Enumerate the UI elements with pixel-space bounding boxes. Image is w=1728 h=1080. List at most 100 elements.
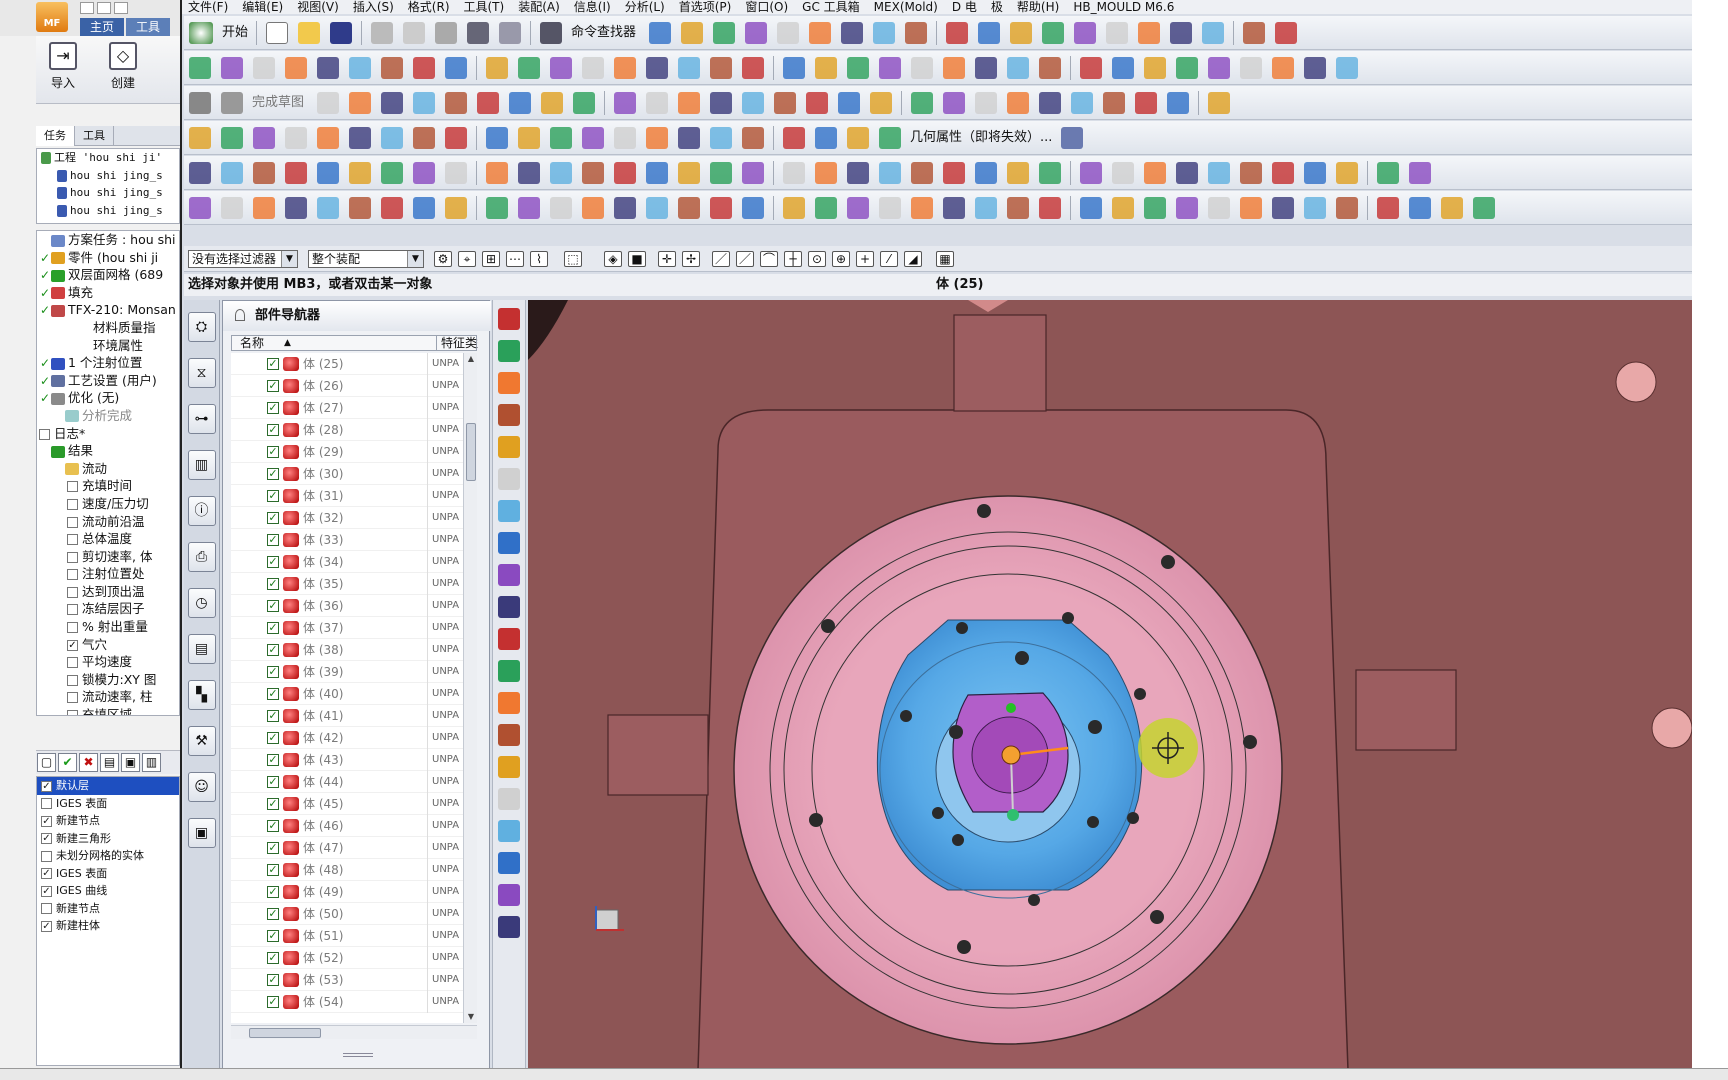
visibility-checkbox[interactable]: ✓ bbox=[267, 996, 279, 1008]
checkbox[interactable] bbox=[67, 674, 78, 686]
sketch-tool-icon[interactable] bbox=[412, 92, 435, 114]
solid-tool-icon[interactable] bbox=[1377, 197, 1399, 219]
visibility-checkbox[interactable]: ✓ bbox=[267, 710, 279, 722]
visibility-checkbox[interactable]: ✓ bbox=[267, 490, 279, 502]
standard-tool-icon[interactable] bbox=[872, 22, 895, 44]
table-row[interactable]: ✓ 体 (53) UNPA bbox=[231, 969, 463, 991]
table-row[interactable]: ✓ 体 (43) UNPA bbox=[231, 749, 463, 771]
filter-settings-icon[interactable]: ⚙ bbox=[434, 251, 452, 267]
selection-tool-icon[interactable] bbox=[413, 162, 435, 184]
curve-tool-icon[interactable] bbox=[815, 127, 837, 149]
guide-pin-top-right[interactable] bbox=[1615, 361, 1657, 403]
standard-tool-icon[interactable] bbox=[840, 22, 863, 44]
table-row[interactable]: ✓ 体 (34) UNPA bbox=[231, 551, 463, 573]
sketch-tool-icon[interactable] bbox=[1134, 92, 1157, 114]
snap-tangent-icon[interactable]: ／ bbox=[736, 251, 754, 267]
table-row[interactable]: ✓ 体 (46) UNPA bbox=[231, 815, 463, 837]
layer-visibility-checkbox[interactable] bbox=[41, 850, 52, 862]
menu-item-6[interactable]: 装配(A) bbox=[512, 0, 568, 14]
side-tool-icon[interactable] bbox=[498, 340, 520, 362]
visibility-checkbox[interactable]: ✓ bbox=[267, 798, 279, 810]
horizontal-scrollbar[interactable] bbox=[231, 1025, 477, 1039]
project-tree-item[interactable]: hou shi jing_s bbox=[37, 167, 179, 185]
solid-tool-icon[interactable] bbox=[943, 197, 965, 219]
checkbox[interactable] bbox=[67, 692, 78, 704]
snap-end-icon[interactable]: ✛ bbox=[658, 251, 676, 267]
feature-tool-icon[interactable] bbox=[646, 57, 668, 79]
solid-tool-icon[interactable] bbox=[646, 197, 668, 219]
project-tree-item[interactable]: 工程 'hou shi ji' bbox=[37, 149, 179, 167]
standard-tool-icon[interactable] bbox=[744, 22, 767, 44]
sketch-tool-icon[interactable] bbox=[348, 92, 371, 114]
snap-intersect-icon[interactable]: ┼ bbox=[784, 251, 802, 267]
selection-tool-icon[interactable] bbox=[879, 162, 901, 184]
column-feature-type[interactable]: 特征类型 bbox=[436, 336, 478, 350]
menu-item-14[interactable]: 极 bbox=[985, 0, 1011, 14]
selection-tool-icon[interactable] bbox=[1409, 162, 1431, 184]
study-tree-item[interactable]: 达到顶出温 bbox=[37, 583, 179, 601]
scroll-up-icon[interactable]: ▲ bbox=[464, 353, 478, 365]
solid-tool-icon[interactable] bbox=[381, 197, 403, 219]
sketch-tool-icon[interactable] bbox=[645, 92, 668, 114]
study-tree-item[interactable]: 分析完成 bbox=[37, 407, 179, 425]
standard-tool-icon[interactable] bbox=[1201, 22, 1224, 44]
study-tree-item[interactable]: 总体温度 bbox=[37, 530, 179, 548]
curve-tool-icon[interactable] bbox=[285, 127, 307, 149]
manufacturing-wizard-tab[interactable]: ⚒ bbox=[187, 726, 216, 756]
feature-tool-icon[interactable] bbox=[1304, 57, 1326, 79]
visibility-checkbox[interactable]: ✓ bbox=[267, 468, 279, 480]
curve-tool-icon[interactable] bbox=[847, 127, 869, 149]
new-layer-icon[interactable]: ▢ bbox=[37, 753, 56, 772]
side-tool-icon[interactable] bbox=[498, 628, 520, 650]
feature-tool-icon[interactable] bbox=[911, 57, 933, 79]
menu-item-13[interactable]: D 电 bbox=[946, 0, 985, 14]
solid-tool-icon[interactable] bbox=[847, 197, 869, 219]
selection-tool-icon[interactable] bbox=[1208, 162, 1230, 184]
standard-tool-icon[interactable] bbox=[1242, 22, 1265, 44]
standard-tool-icon[interactable] bbox=[1274, 22, 1297, 44]
checkbox[interactable] bbox=[67, 604, 78, 616]
study-tree-item[interactable]: % 射出重量 bbox=[37, 618, 179, 636]
solid-tool-icon[interactable] bbox=[1144, 197, 1166, 219]
selection-tool-icon[interactable] bbox=[1377, 162, 1399, 184]
study-tree-item[interactable]: 结果 bbox=[37, 442, 179, 460]
visibility-checkbox[interactable]: ✓ bbox=[267, 688, 279, 700]
standard-tool-icon[interactable] bbox=[1105, 22, 1128, 44]
feature-tool-icon[interactable] bbox=[742, 57, 764, 79]
menu-item-12[interactable]: MEX(Mold) bbox=[868, 0, 946, 14]
table-row[interactable]: ✓ 体 (36) UNPA bbox=[231, 595, 463, 617]
study-tree-item[interactable]: ✓ 优化 (无) bbox=[37, 389, 179, 407]
checkbox[interactable] bbox=[39, 428, 50, 440]
solid-tool-icon[interactable] bbox=[1304, 197, 1326, 219]
checkbox[interactable] bbox=[67, 534, 78, 546]
clear-layer-icon[interactable]: ▥ bbox=[142, 753, 161, 772]
table-row[interactable]: ✓ 体 (31) UNPA bbox=[231, 485, 463, 507]
solid-tool-icon[interactable] bbox=[1039, 197, 1061, 219]
selection-tool-icon[interactable] bbox=[1304, 162, 1326, 184]
open-icon[interactable] bbox=[298, 22, 321, 44]
selection-tool-icon[interactable] bbox=[1144, 162, 1166, 184]
table-row[interactable]: ✓ 体 (45) UNPA bbox=[231, 793, 463, 815]
assembly-navigator-tab[interactable]: ⛭ bbox=[187, 312, 216, 342]
start-button[interactable]: 开始 bbox=[218, 22, 252, 44]
study-tree-item[interactable]: 流动速率, 柱 bbox=[37, 688, 179, 706]
create-button[interactable]: ◇ 创建 bbox=[98, 42, 148, 102]
visibility-checkbox[interactable]: ✓ bbox=[267, 952, 279, 964]
sketch-tool-icon[interactable] bbox=[540, 92, 563, 114]
sketch-tool-icon[interactable] bbox=[380, 92, 403, 114]
visibility-checkbox[interactable]: ✓ bbox=[267, 974, 279, 986]
layer-visibility-checkbox[interactable]: ✓ bbox=[41, 920, 52, 932]
standard-tool-icon[interactable] bbox=[1073, 22, 1096, 44]
study-tree-item[interactable]: 锁模力:XY 图 bbox=[37, 671, 179, 689]
curve-tool-icon[interactable] bbox=[349, 127, 371, 149]
table-row[interactable]: ✓ 体 (38) UNPA bbox=[231, 639, 463, 661]
checkbox[interactable] bbox=[67, 622, 78, 634]
feature-tool-icon[interactable] bbox=[710, 57, 732, 79]
study-tree-item[interactable]: ✓ 零件 (hou shi ji bbox=[37, 249, 179, 267]
project-tree-item[interactable]: hou shi jing_s bbox=[37, 202, 179, 220]
sketch-tool-icon[interactable] bbox=[974, 92, 997, 114]
curve-tool-icon[interactable] bbox=[646, 127, 668, 149]
snap-arc-icon[interactable]: ⌒ bbox=[760, 251, 778, 267]
curve-tool-icon[interactable] bbox=[445, 127, 467, 149]
layer-visibility-checkbox[interactable] bbox=[41, 798, 52, 809]
